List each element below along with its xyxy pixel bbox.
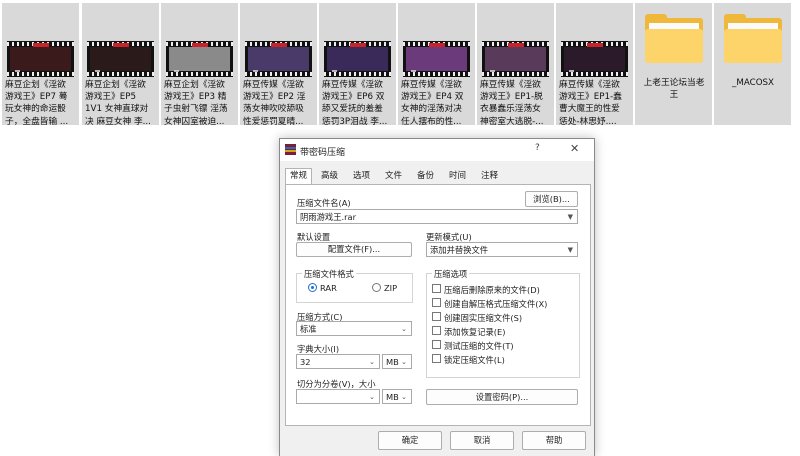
tab-comment[interactable]: 注释 [479,170,500,183]
tab-backup[interactable]: 备份 [415,170,436,183]
folder-item[interactable]: _MACOSX [714,3,791,125]
chevron-down-icon: ⌄ [369,357,375,366]
folder-icon [722,14,786,66]
chevron-down-icon: ▼ [567,212,573,221]
test-checkbox[interactable] [432,340,441,349]
video-thumbnail [7,41,74,77]
video-file-item[interactable]: 麻豆传媒《淫欲 游戏王》EP1-蠢 曹大魔王的性爱 惩处-林思妤.... [556,3,633,125]
file-grid: 麻豆企划《淫欲 游戏王》EP7 蓦 玩女神的命运骰 子，全盘皆输 ... 麻豆企划… [2,3,798,125]
help-icon[interactable]: ? [535,143,540,153]
file-name: 麻豆传媒《淫欲 游戏王》EP1-脱 衣暴蠢乐淫荡女 神密室大逃脱-... [480,80,544,125]
tab-files[interactable]: 文件 [383,170,404,183]
tab-bar: 常规 高级 选项 文件 备份 时间 注释 [285,168,594,185]
video-file-item[interactable]: 麻豆传媒《淫欲 游戏王》EP6 双 舔又爱抚的羞羞 惩罚3P泪战 李... [319,3,396,125]
delete-after-label: 压缩后删除原来的文件(D) [444,285,540,295]
split-size-select[interactable]: ⌄ [296,389,380,404]
set-password-button[interactable]: 设置密码(P)... [426,389,578,405]
sfx-checkbox[interactable] [432,298,441,307]
video-thumbnail [87,41,154,77]
dict-value: 32 [300,356,311,367]
solid-checkbox[interactable] [432,312,441,321]
tab-options[interactable]: 选项 [351,170,372,183]
general-panel: 压缩文件名(A) 浏览(B)... 阴雨游戏王.rar ▼ 默认设置 配置文件(… [285,184,591,426]
test-label: 测试压缩的文件(T) [444,341,514,351]
video-thumbnail [561,41,628,77]
chevron-down-icon: ⌄ [401,392,407,401]
lock-checkbox[interactable] [432,354,441,363]
tab-time[interactable]: 时间 [447,170,468,183]
video-thumbnail [324,41,391,77]
method-value: 标准 [300,323,317,334]
archive-dialog: 带密码压缩 ? ✕ 常规 高级 选项 文件 备份 时间 注释 压缩文件名(A) … [279,138,595,456]
archive-name-label: 压缩文件名(A) [297,198,351,208]
split-unit-select[interactable]: MB ⌄ [382,389,412,404]
ok-button[interactable]: 确定 [378,431,442,450]
file-name: 麻豆传媒《淫欲 游戏王》EP2 淫 荡女神吹咬舔吸 性爱惩罚夏晴... [243,80,306,125]
chevron-down-icon: ⌄ [401,324,407,333]
rar-radio[interactable] [308,283,317,292]
video-file-item[interactable]: 麻豆传媒《淫欲 游戏王》EP1-脱 衣暴蠢乐淫荡女 神密室大逃脱-... [477,3,554,125]
dialog-title: 带密码压缩 [300,148,346,158]
video-thumbnail [166,41,233,77]
folder-icon [643,14,707,66]
delete-after-checkbox[interactable] [432,284,441,293]
file-name: 麻豆传媒《淫欲 游戏王》EP4 双 女神的淫荡对决 任人摆布的性... [401,80,464,125]
chevron-down-icon: ⌄ [401,357,407,366]
recovery-label: 添加恢复记录(E) [444,327,506,337]
tab-general[interactable]: 常规 [285,168,313,185]
zip-label: ZIP [384,283,398,293]
archive-name-combo[interactable]: 阴雨游戏王.rar ▼ [296,209,578,224]
file-name: 麻豆企划《淫欲 游戏王》EP5 1V1 女神直球对 决 麻豆女神 李... [85,80,151,125]
file-name: 麻豆传媒《淫欲 游戏王》EP6 双 舔又爱抚的羞羞 惩罚3P泪战 李... [322,80,388,125]
chevron-down-icon: ⌄ [369,392,375,401]
solid-label: 创建固实压缩文件(S) [444,313,523,323]
recovery-checkbox[interactable] [432,326,441,335]
tab-advanced[interactable]: 高级 [319,170,340,183]
dict-unit-select[interactable]: MB ⌄ [382,354,412,369]
dict-unit-value: MB [386,356,399,367]
video-thumbnail [482,41,549,77]
zip-radio[interactable] [372,283,381,292]
profiles-button[interactable]: 配置文件(F)... [296,242,412,257]
file-name: 麻豆传媒《淫欲 游戏王》EP1-蠢 曹大魔王的性爱 惩处-林思妤.... [559,80,622,125]
update-mode-select[interactable]: 添加并替换文件 ▼ [426,242,578,257]
split-unit-value: MB [386,391,399,402]
rar-label: RAR [320,283,337,293]
video-file-item[interactable]: 麻豆传媒《淫欲 游戏王》EP4 双 女神的淫荡对决 任人摆布的性... [398,3,475,125]
dialog-titlebar: 带密码压缩 ? ✕ [280,139,594,161]
close-icon[interactable]: ✕ [570,142,579,155]
winrar-icon [285,144,296,155]
cancel-button[interactable]: 取消 [450,431,514,450]
video-file-item[interactable]: 麻豆企划《淫欲 游戏王》EP7 蓦 玩女神的命运骰 子，全盘皆输 ... [2,3,79,125]
options-group-label: 压缩选项 [432,268,470,280]
file-name: 麻豆企划《淫欲 游戏王》EP3 精 子虫射飞镖 淫荡 女神囚室被迫... [164,80,228,125]
browse-button[interactable]: 浏览(B)... [525,191,578,207]
dict-select[interactable]: 32 ⌄ [296,354,380,369]
update-mode-value: 添加并替换文件 [430,244,489,255]
file-name: 上老王论坛当老 王 [643,78,705,101]
sfx-label: 创建自解压格式压缩文件(X) [444,299,548,309]
chevron-down-icon: ▼ [567,245,573,254]
video-file-item[interactable]: 麻豆企划《淫欲 游戏王》EP3 精 子虫射飞镖 淫荡 女神囚室被迫... [161,3,238,125]
file-name: _MACOSX [732,78,774,88]
format-group-label: 压缩文件格式 [302,268,356,280]
video-thumbnail [403,41,470,77]
help-button[interactable]: 帮助 [522,431,586,450]
lock-label: 锁定压缩文件(L) [444,355,505,365]
video-file-item[interactable]: 麻豆传媒《淫欲 游戏王》EP2 淫 荡女神吹咬舔吸 性爱惩罚夏晴... [240,3,317,125]
folder-item[interactable]: 上老王论坛当老 王 [635,3,712,125]
file-name: 麻豆企划《淫欲 游戏王》EP7 蓦 玩女神的命运骰 子，全盘皆输 ... [5,80,69,125]
method-select[interactable]: 标准 ⌄ [296,321,412,336]
video-file-item[interactable]: 麻豆企划《淫欲 游戏王》EP5 1V1 女神直球对 决 麻豆女神 李... [82,3,159,125]
video-thumbnail [245,41,312,77]
archive-name-value: 阴雨游戏王.rar [300,211,357,222]
